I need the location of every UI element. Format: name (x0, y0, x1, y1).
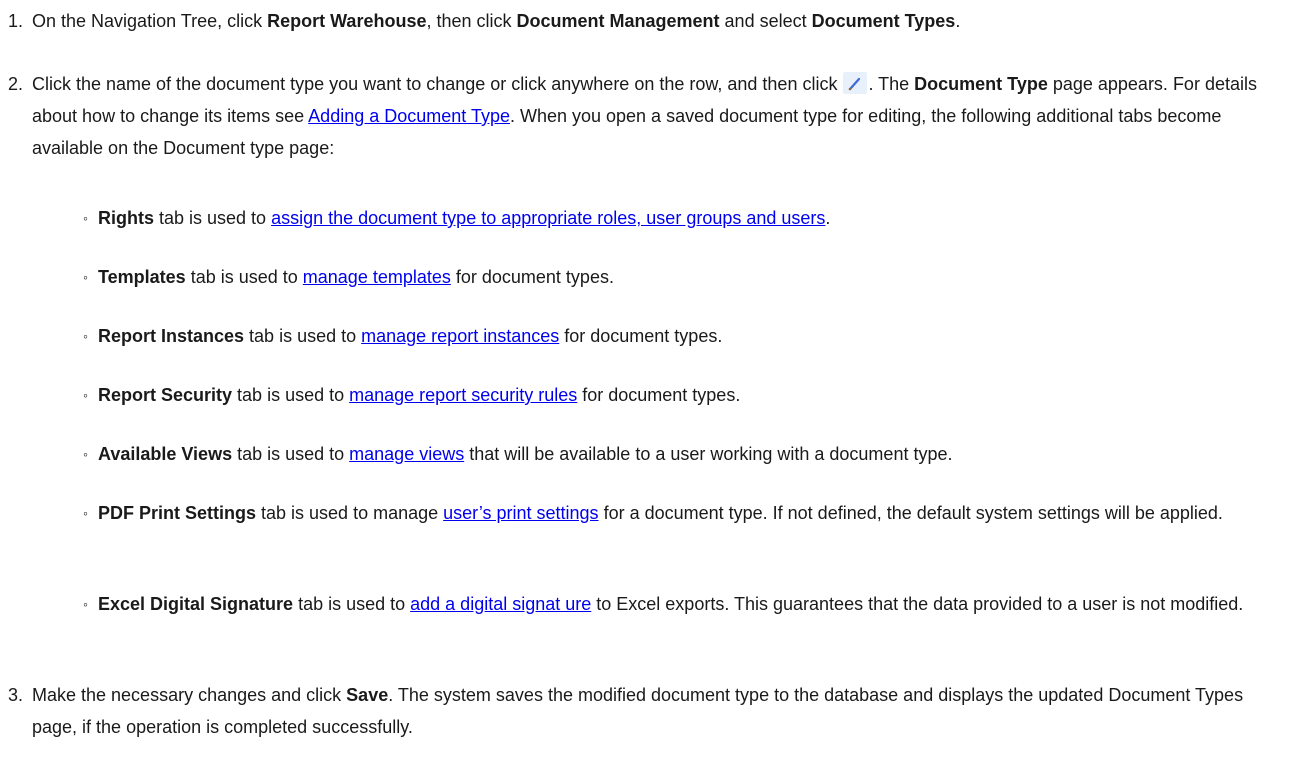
text-run: . (955, 11, 961, 31)
text-run: . (825, 208, 831, 228)
tab-item-text: Available Views tab is used to manage vi… (98, 438, 1288, 470)
text-run: tab is used to (293, 594, 411, 614)
text-run: that will be available to a user working… (464, 444, 953, 464)
tab-item-text: Templates tab is used to manage template… (98, 261, 1288, 293)
text-run: for document types. (559, 326, 723, 346)
bold-term: Excel Digital Signature (98, 594, 294, 614)
bold-term: Report Instances (98, 326, 245, 346)
bold-term: Report Warehouse (267, 11, 427, 31)
bold-term: Rights (98, 208, 154, 228)
bold-term: Available Views (98, 444, 233, 464)
text-run: , then click (426, 11, 517, 31)
help-link[interactable]: Adding a Document Type (308, 106, 510, 126)
tab-item-report-instances: ◦ Report Instances tab is used to manage… (0, 320, 1304, 352)
text-run: tab is used to (154, 208, 272, 228)
bullet: ◦ (83, 328, 88, 344)
tab-item-available-views: ◦ Available Views tab is used to manage … (0, 438, 1304, 470)
step-2: 2. Click the name of the document type y… (0, 68, 1304, 164)
tab-item-pdf-print-settings: ◦ PDF Print Settings tab is used to mana… (0, 497, 1304, 529)
tab-item-excel-digital-signature: ◦ Excel Digital Signature tab is used to… (0, 588, 1304, 620)
tab-item-text: Report Security tab is used to manage re… (98, 379, 1288, 411)
text-run: tab is used to (244, 326, 362, 346)
bold-term: Document Management (516, 11, 720, 31)
tab-item-report-security: ◦ Report Security tab is used to manage … (0, 379, 1304, 411)
bullet: ◦ (83, 210, 88, 226)
help-link[interactable]: manage views (349, 444, 464, 464)
step-1: 1. On the Navigation Tree, click Report … (0, 5, 1304, 37)
tab-item-text: Excel Digital Signature tab is used to a… (98, 588, 1288, 620)
step-3: 3. Make the necessary changes and click … (0, 679, 1304, 743)
text-run: Make the necessary changes and click (32, 685, 347, 705)
help-link[interactable]: add a digital signat ure (410, 594, 591, 614)
text-run: for document types. (450, 267, 614, 287)
bullet: ◦ (83, 596, 88, 612)
tab-item-text: Report Instances tab is used to manage r… (98, 320, 1288, 352)
text-run: and select (719, 11, 812, 31)
text-run: for document types. (577, 385, 741, 405)
bullet: ◦ (83, 446, 88, 462)
step-number: 2. (8, 74, 24, 94)
bold-term: Document Type (914, 74, 1048, 94)
step-text: Make the necessary changes and click Sav… (32, 679, 1292, 743)
bold-term: PDF Print Settings (98, 503, 257, 523)
help-link[interactable]: manage report instances (361, 326, 559, 346)
pencil-edit-icon[interactable] (843, 72, 868, 94)
bullet: ◦ (83, 387, 88, 403)
help-link[interactable]: manage report security rules (349, 385, 577, 405)
text-run: to Excel exports. This guarantees that t… (591, 594, 1244, 614)
bold-term: Document Types (811, 11, 956, 31)
document-instructions: 1. On the Navigation Tree, click Report … (0, 0, 1304, 757)
help-link[interactable]: assign the document type to appropriate … (271, 208, 825, 228)
bullet: ◦ (83, 269, 88, 285)
tab-item-text: Rights tab is used to assign the documen… (98, 202, 1288, 234)
step-text: Click the name of the document type you … (32, 68, 1292, 164)
step-number: 3. (8, 685, 24, 705)
text-run: . The (868, 74, 915, 94)
tab-item-text: PDF Print Settings tab is used to manage… (98, 497, 1288, 529)
text-run: Click the name of the document type you … (32, 74, 843, 94)
help-link[interactable]: user’s print settings (443, 503, 598, 523)
step-text: On the Navigation Tree, click Report War… (32, 5, 1292, 37)
tab-item-templates: ◦ Templates tab is used to manage templa… (0, 261, 1304, 293)
bold-term: Save (346, 685, 389, 705)
text-run: On the Navigation Tree, click (32, 11, 268, 31)
step-number: 1. (8, 11, 24, 31)
bullet: ◦ (83, 505, 88, 521)
text-run: tab is used to (232, 385, 350, 405)
help-link[interactable]: manage templates (303, 267, 451, 287)
text-run: tab is used to (185, 267, 303, 287)
text-run: tab is used to (232, 444, 350, 464)
bold-term: Report Security (98, 385, 233, 405)
text-run: for a document type. If not defined, the… (598, 503, 1223, 523)
tab-item-rights: ◦ Rights tab is used to assign the docum… (0, 202, 1304, 234)
bold-term: Templates (98, 267, 186, 287)
text-run: tab is used to manage (256, 503, 444, 523)
